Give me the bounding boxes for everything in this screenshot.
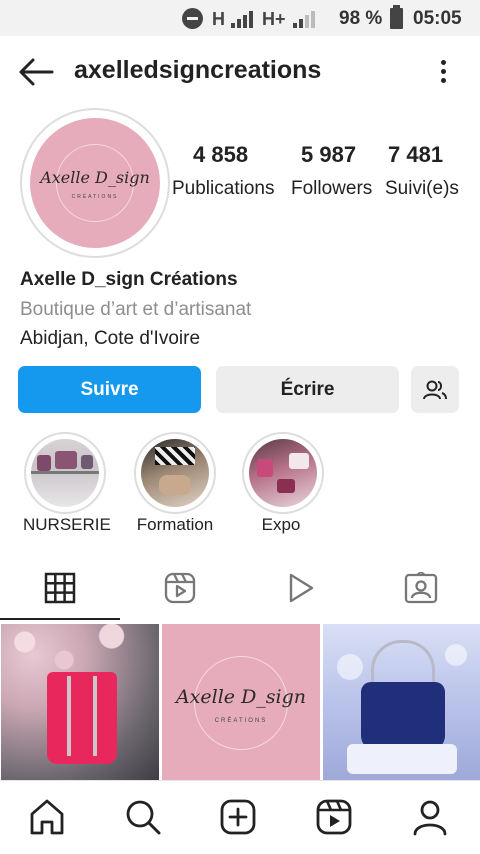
stat-following-label[interactable]: Suivi(e)s	[385, 174, 465, 203]
network-type-2: H+	[262, 9, 286, 29]
highlight-label: Formation	[136, 515, 214, 534]
profile-avatar[interactable]: Axelle D_sign CRÉATIONS	[20, 108, 170, 258]
more-options-button[interactable]	[430, 58, 456, 86]
back-button[interactable]	[16, 56, 56, 88]
stat-publications-label[interactable]: Publications	[172, 174, 284, 203]
post-logo-text: Axelle D_sign	[175, 686, 307, 708]
home-icon	[30, 799, 64, 835]
bubble-decoration	[445, 644, 467, 666]
profile-username: axelledsigncreations	[74, 56, 322, 84]
clock: 05:05	[413, 8, 462, 29]
battery-percent: 98 %	[339, 8, 383, 29]
profile-icon	[413, 800, 447, 836]
highlight-expo[interactable]	[242, 432, 324, 514]
do-not-disturb-icon	[182, 8, 203, 29]
post-thumbnail[interactable]	[323, 624, 480, 780]
nav-search[interactable]	[123, 797, 163, 837]
suggested-accounts-button[interactable]	[411, 366, 459, 413]
tab-posts-grid[interactable]	[0, 566, 120, 616]
nav-profile[interactable]	[410, 797, 450, 837]
follow-button[interactable]: Suivre	[18, 366, 201, 413]
stat-publications-count[interactable]: 4 858	[193, 142, 248, 168]
stat-followers-count[interactable]: 5 987	[301, 142, 356, 168]
back-arrow-icon	[19, 58, 54, 86]
highlight-label: Expo	[261, 515, 301, 534]
signal-icon	[231, 11, 253, 28]
post-logo-subtext: CRÉATIONS	[214, 718, 268, 724]
tab-videos[interactable]	[240, 566, 360, 616]
signal-icon	[293, 11, 315, 28]
profile-location: Abidjan, Cote d'Ivoire	[20, 328, 201, 349]
battery-icon	[390, 5, 403, 29]
bag-stand	[347, 744, 457, 774]
blue-bag-image	[361, 682, 445, 750]
highlight-nurserie[interactable]	[24, 432, 106, 514]
reels-icon	[316, 799, 352, 835]
nav-reels[interactable]	[314, 797, 354, 837]
highlight-cover	[249, 439, 317, 507]
reels-icon	[164, 572, 196, 604]
active-tab-indicator	[0, 618, 120, 620]
pink-bag-image	[47, 672, 117, 764]
add-person-icon	[423, 380, 447, 399]
avatar-logo-text: Axelle D_sign	[40, 168, 150, 187]
highlight-label: NURSERIE	[23, 515, 111, 534]
avatar-image: Axelle D_sign CRÉATIONS	[30, 118, 160, 248]
stat-following-count[interactable]: 7 481	[388, 142, 443, 168]
status-bar: H H+ 98 % 05:05	[0, 0, 480, 36]
highlight-cover	[31, 439, 99, 507]
bubble-decoration	[337, 654, 363, 680]
bottom-navigation	[0, 780, 480, 854]
highlight-cover	[141, 439, 209, 507]
network-type-1: H	[212, 9, 225, 29]
post-thumbnail[interactable]	[1, 624, 159, 780]
stat-followers-label[interactable]: Followers	[291, 174, 375, 203]
play-icon	[289, 573, 314, 603]
create-icon	[220, 799, 256, 835]
tagged-icon	[404, 572, 438, 604]
nav-create[interactable]	[218, 797, 258, 837]
highlight-formation[interactable]	[134, 432, 216, 514]
grid-icon	[44, 572, 76, 604]
tab-reels[interactable]	[120, 566, 240, 616]
nav-home[interactable]	[27, 797, 67, 837]
profile-category: Boutique d’art et d’artisanat	[20, 299, 252, 320]
search-icon	[126, 800, 161, 835]
post-thumbnail[interactable]: Axelle D_sign CRÉATIONS	[162, 624, 320, 780]
profile-name: Axelle D_sign Créations	[20, 269, 238, 290]
tab-tagged[interactable]	[360, 566, 480, 616]
avatar-logo-subtext: CRÉATIONS	[71, 194, 119, 200]
message-button[interactable]: Écrire	[216, 366, 399, 413]
